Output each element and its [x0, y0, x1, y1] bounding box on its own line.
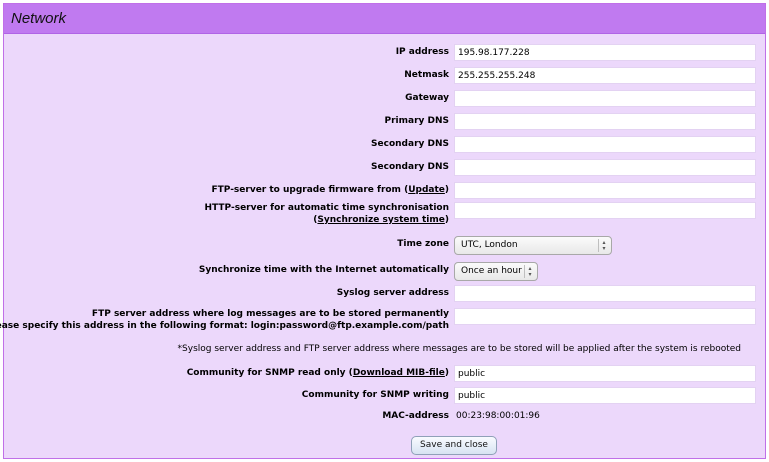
select-arrows-icon: ▴ ▾ [598, 239, 609, 252]
snmp-write-field[interactable] [454, 387, 756, 404]
http-time-field[interactable] [454, 202, 756, 219]
secondary-dns-1-label: Secondary DNS [371, 139, 449, 149]
network-panel: Network IP address Netmask Gateway Prima… [0, 3, 766, 459]
netmask-field[interactable] [454, 67, 756, 84]
sync-time-selected: Once an hour [461, 266, 522, 276]
ftp-firmware-label: FTP-server to upgrade firmware from (Upd… [211, 185, 449, 196]
synchronize-time-link[interactable]: Synchronize system time [317, 215, 444, 225]
primary-dns-label: Primary DNS [384, 116, 450, 126]
ftp-firmware-field[interactable] [454, 182, 756, 199]
http-time-paren-close: ) [444, 215, 449, 225]
sync-time-select[interactable]: Once an hour ▴ ▾ [454, 262, 538, 281]
netmask-label: Netmask [404, 70, 449, 80]
syslog-label: Syslog server address [336, 288, 449, 298]
syslog-field[interactable] [454, 285, 756, 302]
ip-address-field[interactable] [454, 44, 756, 61]
http-time-link-line: (Synchronize system time) [313, 215, 449, 226]
save-and-close-button[interactable]: Save and close [411, 436, 497, 455]
reboot-note: *Syslog server address and FTP server ad… [177, 344, 741, 354]
ftp-firmware-label-end: ) [444, 185, 449, 195]
snmp-read-label-text: Community for SNMP read only ( [186, 368, 353, 378]
select-arrows-icon: ▴ ▾ [524, 265, 535, 278]
gateway-label: Gateway [405, 93, 449, 103]
ip-address-label: IP address [395, 47, 449, 57]
download-mib-link[interactable]: Download MIB-file [353, 368, 445, 378]
snmp-read-field[interactable] [454, 365, 756, 382]
time-zone-selected: UTC, London [461, 240, 518, 250]
panel-header: Network [4, 4, 765, 34]
ftp-log-field[interactable] [454, 308, 756, 325]
mac-address-value: 00:23:98:00:01:96 [456, 411, 540, 421]
http-time-label: HTTP-server for automatic time synchroni… [204, 203, 449, 213]
time-zone-label: Time zone [397, 239, 449, 249]
ftp-log-format-hint: Please specify this address in the follo… [0, 321, 449, 331]
ftp-firmware-label-text: FTP-server to upgrade firmware from ( [211, 185, 409, 195]
secondary-dns-1-field[interactable] [454, 136, 756, 153]
snmp-write-label: Community for SNMP writing [301, 390, 449, 400]
mac-address-label: MAC-address [382, 411, 449, 421]
secondary-dns-2-label: Secondary DNS [371, 162, 449, 172]
page-title: Network [11, 10, 67, 27]
snmp-read-label: Community for SNMP read only (Download M… [187, 368, 449, 379]
sync-time-label: Synchronize time with the Internet autom… [198, 265, 449, 275]
time-zone-select[interactable]: UTC, London ▴ ▾ [454, 236, 612, 255]
snmp-read-label-end: ) [444, 368, 449, 378]
update-link[interactable]: Update [408, 185, 445, 195]
ftp-log-label: FTP server address where log messages ar… [91, 309, 449, 319]
secondary-dns-2-field[interactable] [454, 159, 756, 176]
gateway-field[interactable] [454, 90, 756, 107]
primary-dns-field[interactable] [454, 113, 756, 130]
